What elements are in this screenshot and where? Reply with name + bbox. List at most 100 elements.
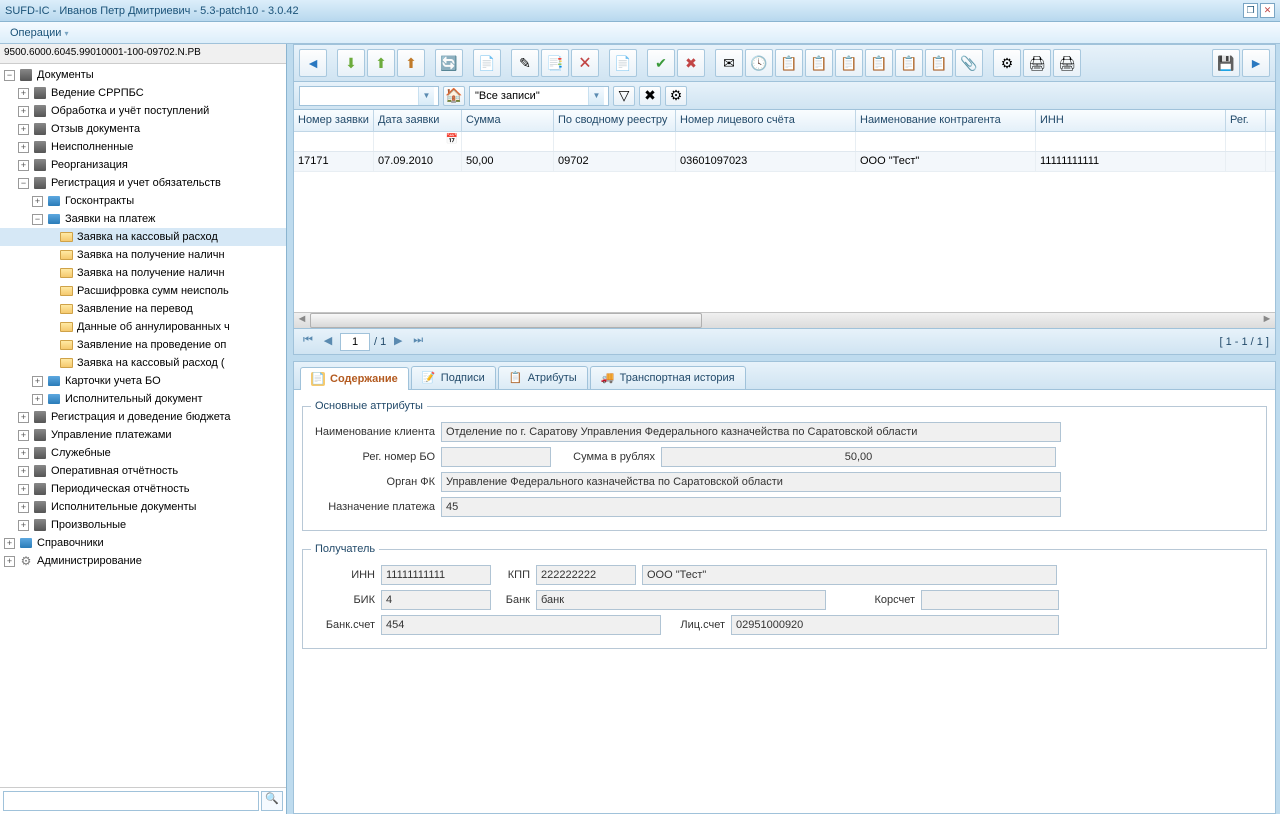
- refresh-icon[interactable]: 🔄: [435, 49, 463, 77]
- field-sum[interactable]: [661, 447, 1056, 467]
- collapse-icon[interactable]: −: [18, 178, 29, 189]
- tree-node[interactable]: +Оперативная отчётность: [0, 462, 286, 480]
- import-icon[interactable]: ⬇: [337, 49, 365, 77]
- filter-inn[interactable]: [1038, 133, 1223, 150]
- arrow-right-icon[interactable]: ►: [1242, 49, 1270, 77]
- filter-reg[interactable]: [556, 133, 673, 150]
- pager-page-input[interactable]: [340, 333, 370, 351]
- expand-icon[interactable]: +: [18, 412, 29, 423]
- tree-node[interactable]: Заявка на получение наличн: [0, 246, 286, 264]
- expand-icon[interactable]: +: [18, 484, 29, 495]
- tree-root-refs[interactable]: +Справочники: [0, 534, 286, 552]
- calendar-icon[interactable]: 📅: [446, 134, 458, 145]
- pager-next-icon[interactable]: ▶: [390, 334, 406, 350]
- field-lacct[interactable]: [731, 615, 1059, 635]
- tab-attributes[interactable]: 📋Атрибуты: [498, 366, 588, 389]
- col-regcol[interactable]: Рег.: [1226, 110, 1266, 131]
- tree-root-documents[interactable]: − Документы: [0, 66, 286, 84]
- col-sum[interactable]: Сумма: [462, 110, 554, 131]
- filter-settings-icon[interactable]: ⚙: [665, 86, 687, 106]
- close-icon[interactable]: ✕: [1260, 3, 1275, 18]
- scroll-thumb[interactable]: [310, 313, 702, 328]
- tb-icon-5[interactable]: 📋: [895, 49, 923, 77]
- filter-acct[interactable]: [678, 133, 853, 150]
- new-doc-icon[interactable]: 📄: [473, 49, 501, 77]
- tree-node[interactable]: +Обработка и учёт поступлений: [0, 102, 286, 120]
- tb-icon-1[interactable]: 📋: [775, 49, 803, 77]
- field-regnum[interactable]: [441, 447, 551, 467]
- reject-icon[interactable]: ✖: [677, 49, 705, 77]
- attach-icon[interactable]: 📎: [955, 49, 983, 77]
- tb-icon-3[interactable]: 📋: [835, 49, 863, 77]
- tree-node[interactable]: +Отзыв документа: [0, 120, 286, 138]
- col-reg[interactable]: По сводному реестру: [554, 110, 676, 131]
- restore-icon[interactable]: ❐: [1243, 3, 1258, 18]
- expand-icon[interactable]: +: [18, 502, 29, 513]
- field-bank[interactable]: [536, 590, 826, 610]
- filter-apply-icon[interactable]: ▽: [613, 86, 635, 106]
- tree-node[interactable]: +Исполнительные документы: [0, 498, 286, 516]
- export-icon[interactable]: ⬆: [367, 49, 395, 77]
- pager-prev-icon[interactable]: ◀: [320, 334, 336, 350]
- filter-contr[interactable]: [858, 133, 1033, 150]
- save-icon[interactable]: 💾: [1212, 49, 1240, 77]
- delete-icon[interactable]: 🗙: [571, 49, 599, 77]
- filter-regcol[interactable]: [1228, 133, 1263, 150]
- send-icon[interactable]: ✉: [715, 49, 743, 77]
- chevron-down-icon[interactable]: ▼: [588, 87, 604, 105]
- filter-clear-icon[interactable]: ✖: [639, 86, 661, 106]
- tree-node[interactable]: +Реорганизация: [0, 156, 286, 174]
- expand-icon[interactable]: +: [18, 124, 29, 135]
- tab-signatures[interactable]: 📝Подписи: [411, 366, 496, 389]
- filter-num[interactable]: [296, 133, 371, 150]
- field-organ[interactable]: [441, 472, 1061, 492]
- col-contr[interactable]: Наименование контрагента: [856, 110, 1036, 131]
- tree-node[interactable]: +Периодическая отчётность: [0, 480, 286, 498]
- expand-icon[interactable]: +: [18, 88, 29, 99]
- tree-node[interactable]: Данные об аннулированных ч: [0, 318, 286, 336]
- field-kor[interactable]: [921, 590, 1059, 610]
- tree-root-admin[interactable]: +⚙Администрирование: [0, 552, 286, 570]
- history-icon[interactable]: 🕓: [745, 49, 773, 77]
- menu-operations[interactable]: Операции: [10, 27, 68, 39]
- tree-node[interactable]: Заявка на получение наличн: [0, 264, 286, 282]
- field-rcpt-name[interactable]: [642, 565, 1057, 585]
- field-kpp[interactable]: [536, 565, 636, 585]
- print2-icon[interactable]: 🖨: [1053, 49, 1081, 77]
- edit-icon[interactable]: ✎: [511, 49, 539, 77]
- search-input[interactable]: [3, 791, 259, 811]
- tree-node[interactable]: +Служебные: [0, 444, 286, 462]
- expand-icon[interactable]: +: [32, 376, 43, 387]
- field-purpose[interactable]: [441, 497, 1061, 517]
- expand-icon[interactable]: +: [18, 466, 29, 477]
- expand-icon[interactable]: +: [18, 448, 29, 459]
- tree-node[interactable]: Расшифровка сумм неисполь: [0, 282, 286, 300]
- export2-icon[interactable]: ⬆: [397, 49, 425, 77]
- tree-node[interactable]: +Произвольные: [0, 516, 286, 534]
- tree-node[interactable]: Заявка на кассовый расход (: [0, 354, 286, 372]
- tab-transport[interactable]: 🚚Транспортная история: [590, 366, 746, 389]
- col-inn[interactable]: ИНН: [1036, 110, 1226, 131]
- home-icon[interactable]: 🏠: [443, 86, 465, 106]
- field-inn[interactable]: [381, 565, 491, 585]
- table-row[interactable]: 17171 07.09.2010 50,00 09702 03601097023…: [294, 152, 1275, 172]
- field-client[interactable]: [441, 422, 1061, 442]
- tree-node[interactable]: Заявление на проведение оп: [0, 336, 286, 354]
- collapse-icon[interactable]: −: [32, 214, 43, 225]
- field-bacct[interactable]: [381, 615, 661, 635]
- tree-node[interactable]: +Управление платежами: [0, 426, 286, 444]
- tree-node[interactable]: +Госконтракты: [0, 192, 286, 210]
- tree-node-selected[interactable]: Заявка на кассовый расход: [0, 228, 286, 246]
- tab-content[interactable]: 📄Содержание: [300, 367, 409, 390]
- settings-icon[interactable]: ⚙: [993, 49, 1021, 77]
- approve-icon[interactable]: ✔: [647, 49, 675, 77]
- search-button[interactable]: 🔍: [261, 791, 283, 811]
- expand-icon[interactable]: +: [4, 538, 15, 549]
- col-acct[interactable]: Номер лицевого счёта: [676, 110, 856, 131]
- field-bik[interactable]: [381, 590, 491, 610]
- tree-node[interactable]: +Неисполненные: [0, 138, 286, 156]
- tb-icon-2[interactable]: 📋: [805, 49, 833, 77]
- expand-icon[interactable]: +: [18, 520, 29, 531]
- filter-input-1[interactable]: [302, 87, 418, 105]
- sign-icon[interactable]: 📄: [609, 49, 637, 77]
